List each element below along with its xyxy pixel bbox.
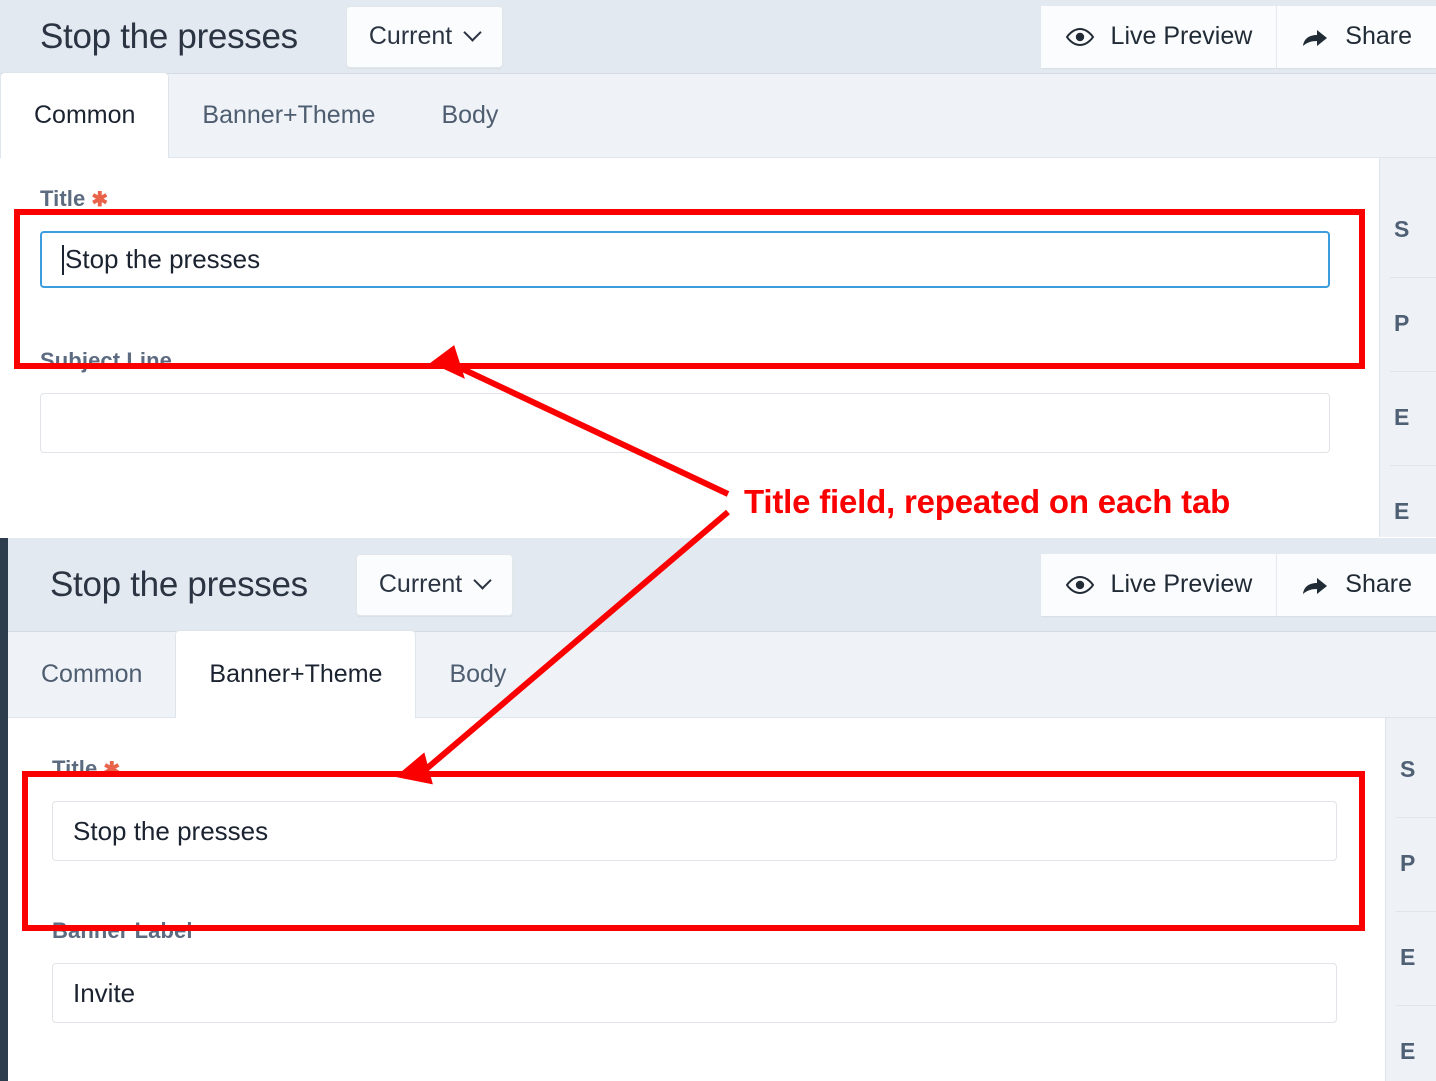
live-preview-label: Live Preview	[1110, 22, 1253, 50]
title-field-label: Title ✱	[52, 756, 1337, 782]
required-asterisk: ✱	[103, 759, 121, 781]
field-subject-line: Subject Line	[40, 348, 1330, 453]
tab-banner-theme[interactable]: Banner+Theme	[175, 630, 417, 718]
eye-icon	[1065, 27, 1094, 46]
share-button[interactable]: Share	[1276, 553, 1436, 616]
tab-body-label: Body	[449, 659, 507, 688]
tab-common[interactable]: Common	[8, 631, 175, 717]
sidebar-item-1[interactable]: P	[1386, 818, 1436, 877]
sidebar-item-1[interactable]: P	[1380, 278, 1436, 337]
screenshot-root: Stop the presses Current Live Preview Sh…	[0, 0, 1436, 1081]
title-label-text: Title	[40, 186, 86, 211]
page-title: Stop the presses	[40, 16, 298, 56]
subject-line-input[interactable]	[40, 393, 1330, 453]
field-title: Title ✱ Stop the presses	[52, 756, 1337, 861]
tab-banner-theme-label: Banner+Theme	[209, 660, 383, 688]
version-select-label: Current	[378, 570, 463, 598]
tab-banner-theme[interactable]: Banner+Theme	[169, 73, 408, 157]
banner-label-field-label: Banner Label	[52, 918, 193, 943]
sidebar-item-0[interactable]: S	[1380, 158, 1436, 243]
sidebar-item-3[interactable]: E	[1380, 466, 1436, 525]
sidebar-item-2[interactable]: E	[1380, 372, 1436, 431]
form-area: Title ✱ Stop the presses Banner Label Inv…	[8, 718, 1436, 1081]
right-sidebar: S P E E	[1385, 718, 1436, 1081]
eye-icon	[1065, 575, 1094, 594]
chevron-down-icon	[466, 26, 480, 40]
title-label-text: Title	[52, 756, 98, 781]
text-caret	[62, 244, 64, 275]
title-field-label: Title ✱	[40, 186, 1330, 212]
right-sidebar: S P E E	[1379, 158, 1436, 537]
tab-banner-theme-label: Banner+Theme	[202, 100, 376, 129]
version-select[interactable]: Current	[355, 553, 514, 616]
left-nav-rail	[0, 538, 8, 1081]
app-panel-common: Stop the presses Current Live Preview Sh…	[0, 0, 1436, 537]
tab-common-label: Common	[41, 659, 143, 688]
sidebar-item-2[interactable]: E	[1386, 912, 1436, 971]
sidebar-item-0[interactable]: S	[1386, 718, 1436, 783]
form-area: Title ✱ Stop the presses Subject Line	[0, 158, 1436, 536]
share-label: Share	[1345, 570, 1412, 598]
title-input[interactable]: Stop the presses	[52, 801, 1337, 861]
title-input-value: Stop the presses	[73, 815, 269, 846]
tab-common[interactable]: Common	[0, 72, 170, 158]
tab-body-label: Body	[441, 100, 499, 129]
live-preview-label: Live Preview	[1110, 570, 1253, 598]
share-button[interactable]: Share	[1276, 5, 1436, 68]
tab-bar: Common Banner+Theme Body	[8, 630, 1436, 718]
tab-body[interactable]: Body	[408, 73, 531, 157]
live-preview-button[interactable]: Live Preview	[1040, 553, 1277, 616]
share-arrow-icon	[1303, 577, 1328, 594]
live-preview-button[interactable]: Live Preview	[1040, 5, 1277, 68]
app-panel-banner-theme: Stop the presses Current Live Preview Sh…	[0, 538, 1436, 1081]
title-input[interactable]: Stop the presses	[40, 231, 1330, 288]
page-title: Stop the presses	[50, 564, 308, 604]
tab-common-label: Common	[34, 101, 136, 129]
share-arrow-icon	[1303, 29, 1328, 46]
header-actions: Live Preview Share	[1040, 538, 1436, 631]
tab-bar: Common Banner+Theme Body	[0, 72, 1436, 158]
app-header: Stop the presses Current Live Preview Sh…	[0, 0, 1436, 74]
required-asterisk: ✱	[91, 189, 109, 211]
field-banner-label: Banner Label Invite	[52, 918, 1337, 1023]
field-title: Title ✱ Stop the presses	[40, 186, 1330, 288]
chevron-down-icon	[476, 574, 490, 588]
tab-body[interactable]: Body	[416, 631, 539, 717]
banner-label-input-value: Invite	[73, 977, 136, 1008]
app-header: Stop the presses Current Live Preview Sh…	[8, 538, 1436, 632]
title-input-value: Stop the presses	[65, 244, 261, 274]
header-actions: Live Preview Share	[1040, 0, 1436, 73]
version-select[interactable]: Current	[345, 5, 504, 68]
banner-label-input[interactable]: Invite	[52, 963, 1337, 1023]
share-label: Share	[1345, 22, 1412, 50]
version-select-label: Current	[368, 22, 453, 50]
subject-line-field-label: Subject Line	[40, 348, 172, 373]
sidebar-item-3[interactable]: E	[1386, 1006, 1436, 1065]
